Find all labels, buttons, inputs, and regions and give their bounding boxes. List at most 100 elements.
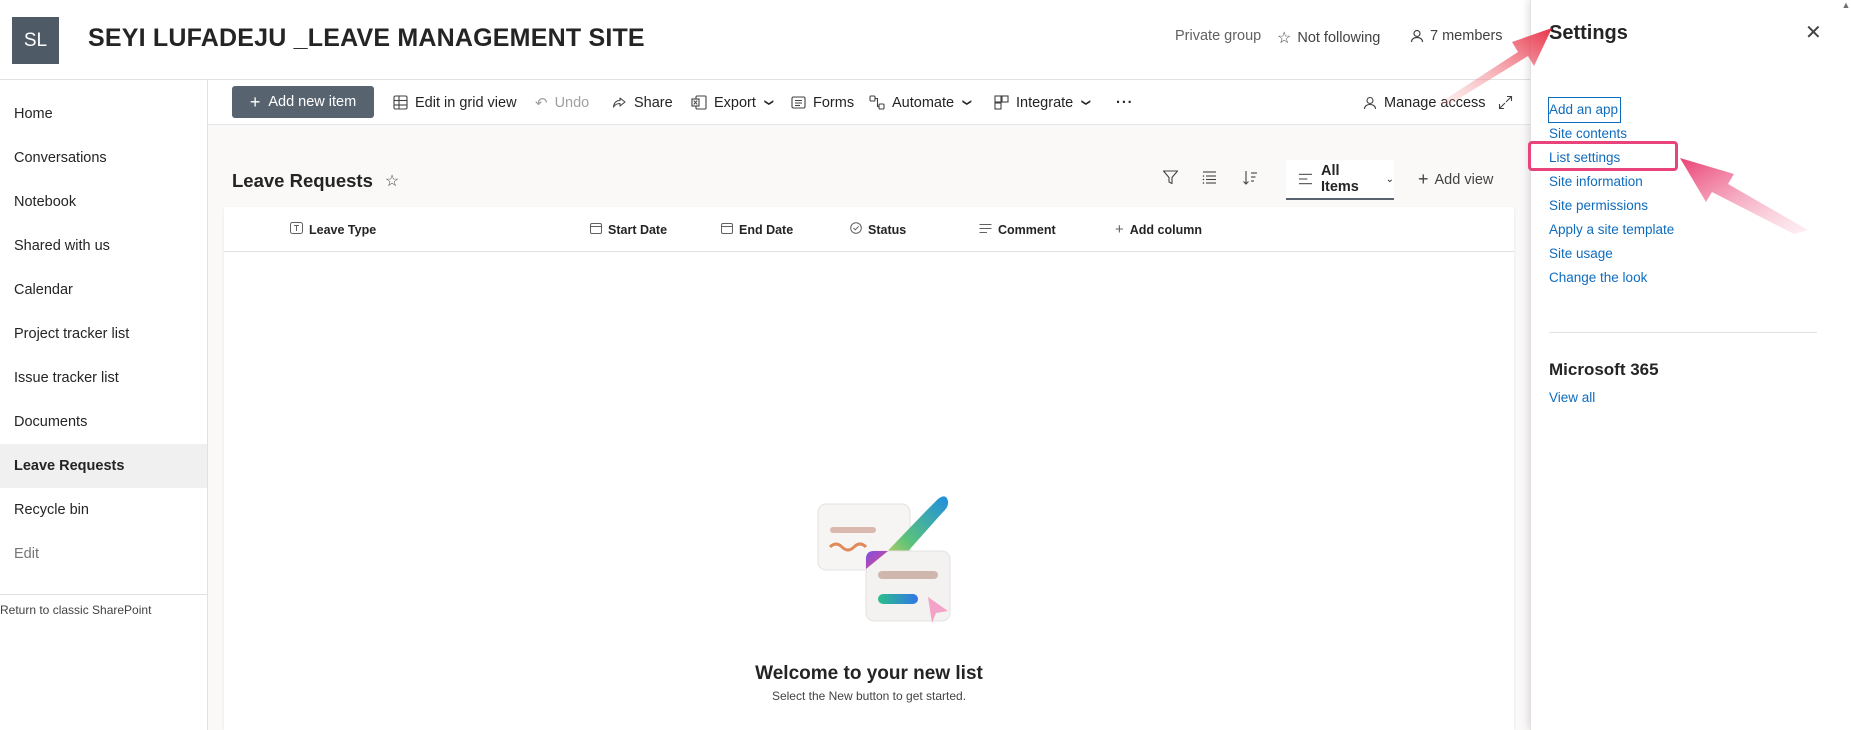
empty-state-title: Welcome to your new list — [755, 663, 983, 684]
add-column-button[interactable]: + Add column — [1115, 207, 1202, 252]
members-button[interactable]: 7 members — [1410, 28, 1503, 44]
column-end-date[interactable]: End Date — [721, 207, 793, 252]
column-label: Status — [868, 222, 907, 237]
column-label: Add column — [1129, 222, 1202, 237]
share-icon — [612, 97, 626, 108]
site-title[interactable]: SEYI LUFADEJU _LEAVE MANAGEMENT SITE — [88, 24, 645, 53]
export-label: Export — [714, 94, 756, 111]
settings-link-change-look[interactable]: Change the look — [1549, 266, 1674, 290]
undo-button[interactable]: ↶ Undo — [535, 80, 589, 125]
empty-list-illustration — [817, 496, 951, 623]
undo-label: Undo — [554, 94, 590, 111]
follow-button[interactable]: ☆ Not following — [1277, 28, 1380, 48]
calendar-icon — [590, 222, 602, 237]
column-status[interactable]: Status — [850, 207, 906, 252]
microsoft-365-heading: Microsoft 365 — [1549, 360, 1659, 379]
column-header-row: Leave Type Start Date End Date Status Co… — [224, 207, 1514, 252]
automate-label: Automate — [892, 94, 955, 111]
nav-item-shared-with-us[interactable]: Shared with us — [0, 224, 207, 268]
chevron-down-icon: ❯ — [1081, 98, 1092, 107]
list-title-text: Leave Requests — [232, 170, 373, 191]
expand-icon — [1498, 95, 1513, 110]
expand-button[interactable] — [1498, 80, 1513, 125]
privacy-label: Private group — [1175, 28, 1261, 44]
nav-item-recycle-bin[interactable]: Recycle bin — [0, 488, 207, 532]
left-navigation: Home Conversations Notebook Shared with … — [0, 80, 208, 730]
column-leave-type[interactable]: Leave Type — [290, 207, 376, 252]
list-title: Leave Requests ☆ — [232, 170, 399, 192]
add-new-item-button[interactable]: + Add new item — [232, 86, 374, 118]
more-icon: ··· — [1116, 94, 1134, 111]
edit-grid-view-label: Edit in grid view — [415, 94, 517, 111]
view-all-link[interactable]: View all — [1549, 390, 1595, 405]
view-switcher[interactable]: All Items ⌄ — [1286, 160, 1394, 200]
group-by-icon[interactable] — [1201, 169, 1218, 191]
share-button[interactable]: Share — [612, 80, 673, 125]
multiline-text-icon — [979, 223, 992, 237]
list-settings-highlight — [1528, 141, 1678, 171]
column-comment[interactable]: Comment — [979, 207, 1056, 252]
empty-state-subtitle: Select the New button to get started. — [771, 689, 967, 703]
settings-link-site-usage[interactable]: Site usage — [1549, 242, 1674, 266]
person-icon — [1410, 29, 1424, 43]
star-icon: ☆ — [1277, 30, 1292, 47]
close-icon[interactable]: ✕ — [1805, 20, 1822, 45]
add-new-item-label: Add new item — [268, 94, 357, 110]
settings-link-site-information[interactable]: Site information — [1549, 170, 1674, 194]
edit-grid-view-button[interactable]: Edit in grid view — [393, 80, 517, 125]
export-button[interactable]: Export ❯ — [691, 80, 774, 125]
integrate-label: Integrate — [1016, 94, 1074, 111]
add-view-button[interactable]: + Add view — [1418, 169, 1493, 190]
more-button[interactable]: ··· — [1116, 80, 1134, 125]
integrate-button[interactable]: Integrate ❯ — [994, 80, 1092, 125]
manage-access-button[interactable]: Manage access — [1363, 80, 1486, 125]
nav-item-issue-tracker[interactable]: Issue tracker list — [0, 356, 207, 400]
add-view-label: Add view — [1434, 171, 1494, 188]
nav-item-notebook[interactable]: Notebook — [0, 180, 207, 224]
person-icon — [1363, 96, 1377, 109]
settings-link-site-permissions[interactable]: Site permissions — [1549, 194, 1674, 218]
nav-item-documents[interactable]: Documents — [0, 400, 207, 444]
forms-button[interactable]: Forms — [791, 80, 854, 125]
view-lines-icon — [1298, 173, 1313, 185]
list-content: Leave Requests ☆ All Items ⌄ + Add view … — [208, 125, 1530, 730]
settings-link-apply-template[interactable]: Apply a site template — [1549, 218, 1674, 242]
chevron-down-icon: ⌄ — [1385, 173, 1394, 185]
column-label: Start Date — [608, 222, 668, 237]
column-label: Leave Type — [309, 222, 377, 237]
settings-links: Add an app Site contents List settings S… — [1547, 97, 1674, 290]
return-classic-link[interactable]: Return to classic SharePoint — [0, 595, 207, 617]
scroll-up-arrow[interactable]: ▲ — [1841, 0, 1851, 12]
view-name: All Items — [1320, 163, 1359, 195]
filter-icon[interactable] — [1162, 169, 1179, 191]
settings-title: Settings — [1549, 22, 1628, 44]
nav-item-leave-requests[interactable]: Leave Requests — [0, 444, 207, 488]
choice-icon — [850, 222, 862, 237]
text-field-icon — [290, 222, 303, 237]
nav-item-home[interactable]: Home — [0, 92, 207, 136]
integrate-icon — [994, 95, 1009, 110]
nav-item-project-tracker[interactable]: Project tracker list — [0, 312, 207, 356]
plus-icon: + — [249, 91, 261, 112]
plus-icon: + — [1418, 169, 1429, 189]
column-label: End Date — [739, 222, 794, 237]
excel-icon — [691, 95, 707, 110]
follow-label: Not following — [1297, 30, 1381, 46]
calendar-icon — [721, 222, 733, 237]
column-start-date[interactable]: Start Date — [590, 207, 667, 252]
grid-icon — [393, 95, 408, 110]
nav-item-conversations[interactable]: Conversations — [0, 136, 207, 180]
settings-divider — [1549, 332, 1817, 333]
nav-edit-link[interactable]: Edit — [0, 532, 207, 576]
star-icon[interactable]: ☆ — [385, 171, 399, 191]
automate-button[interactable]: Automate ❯ — [869, 80, 972, 125]
sort-icon[interactable] — [1242, 169, 1259, 191]
share-label: Share — [634, 94, 673, 111]
nav-item-calendar[interactable]: Calendar — [0, 268, 207, 312]
undo-icon: ↶ — [535, 94, 548, 112]
site-logo[interactable]: SL — [12, 17, 59, 64]
site-header: SL SEYI LUFADEJU _LEAVE MANAGEMENT SITE … — [0, 0, 1530, 80]
settings-link-add-app[interactable]: Add an app — [1547, 97, 1622, 123]
forms-icon — [791, 96, 806, 109]
